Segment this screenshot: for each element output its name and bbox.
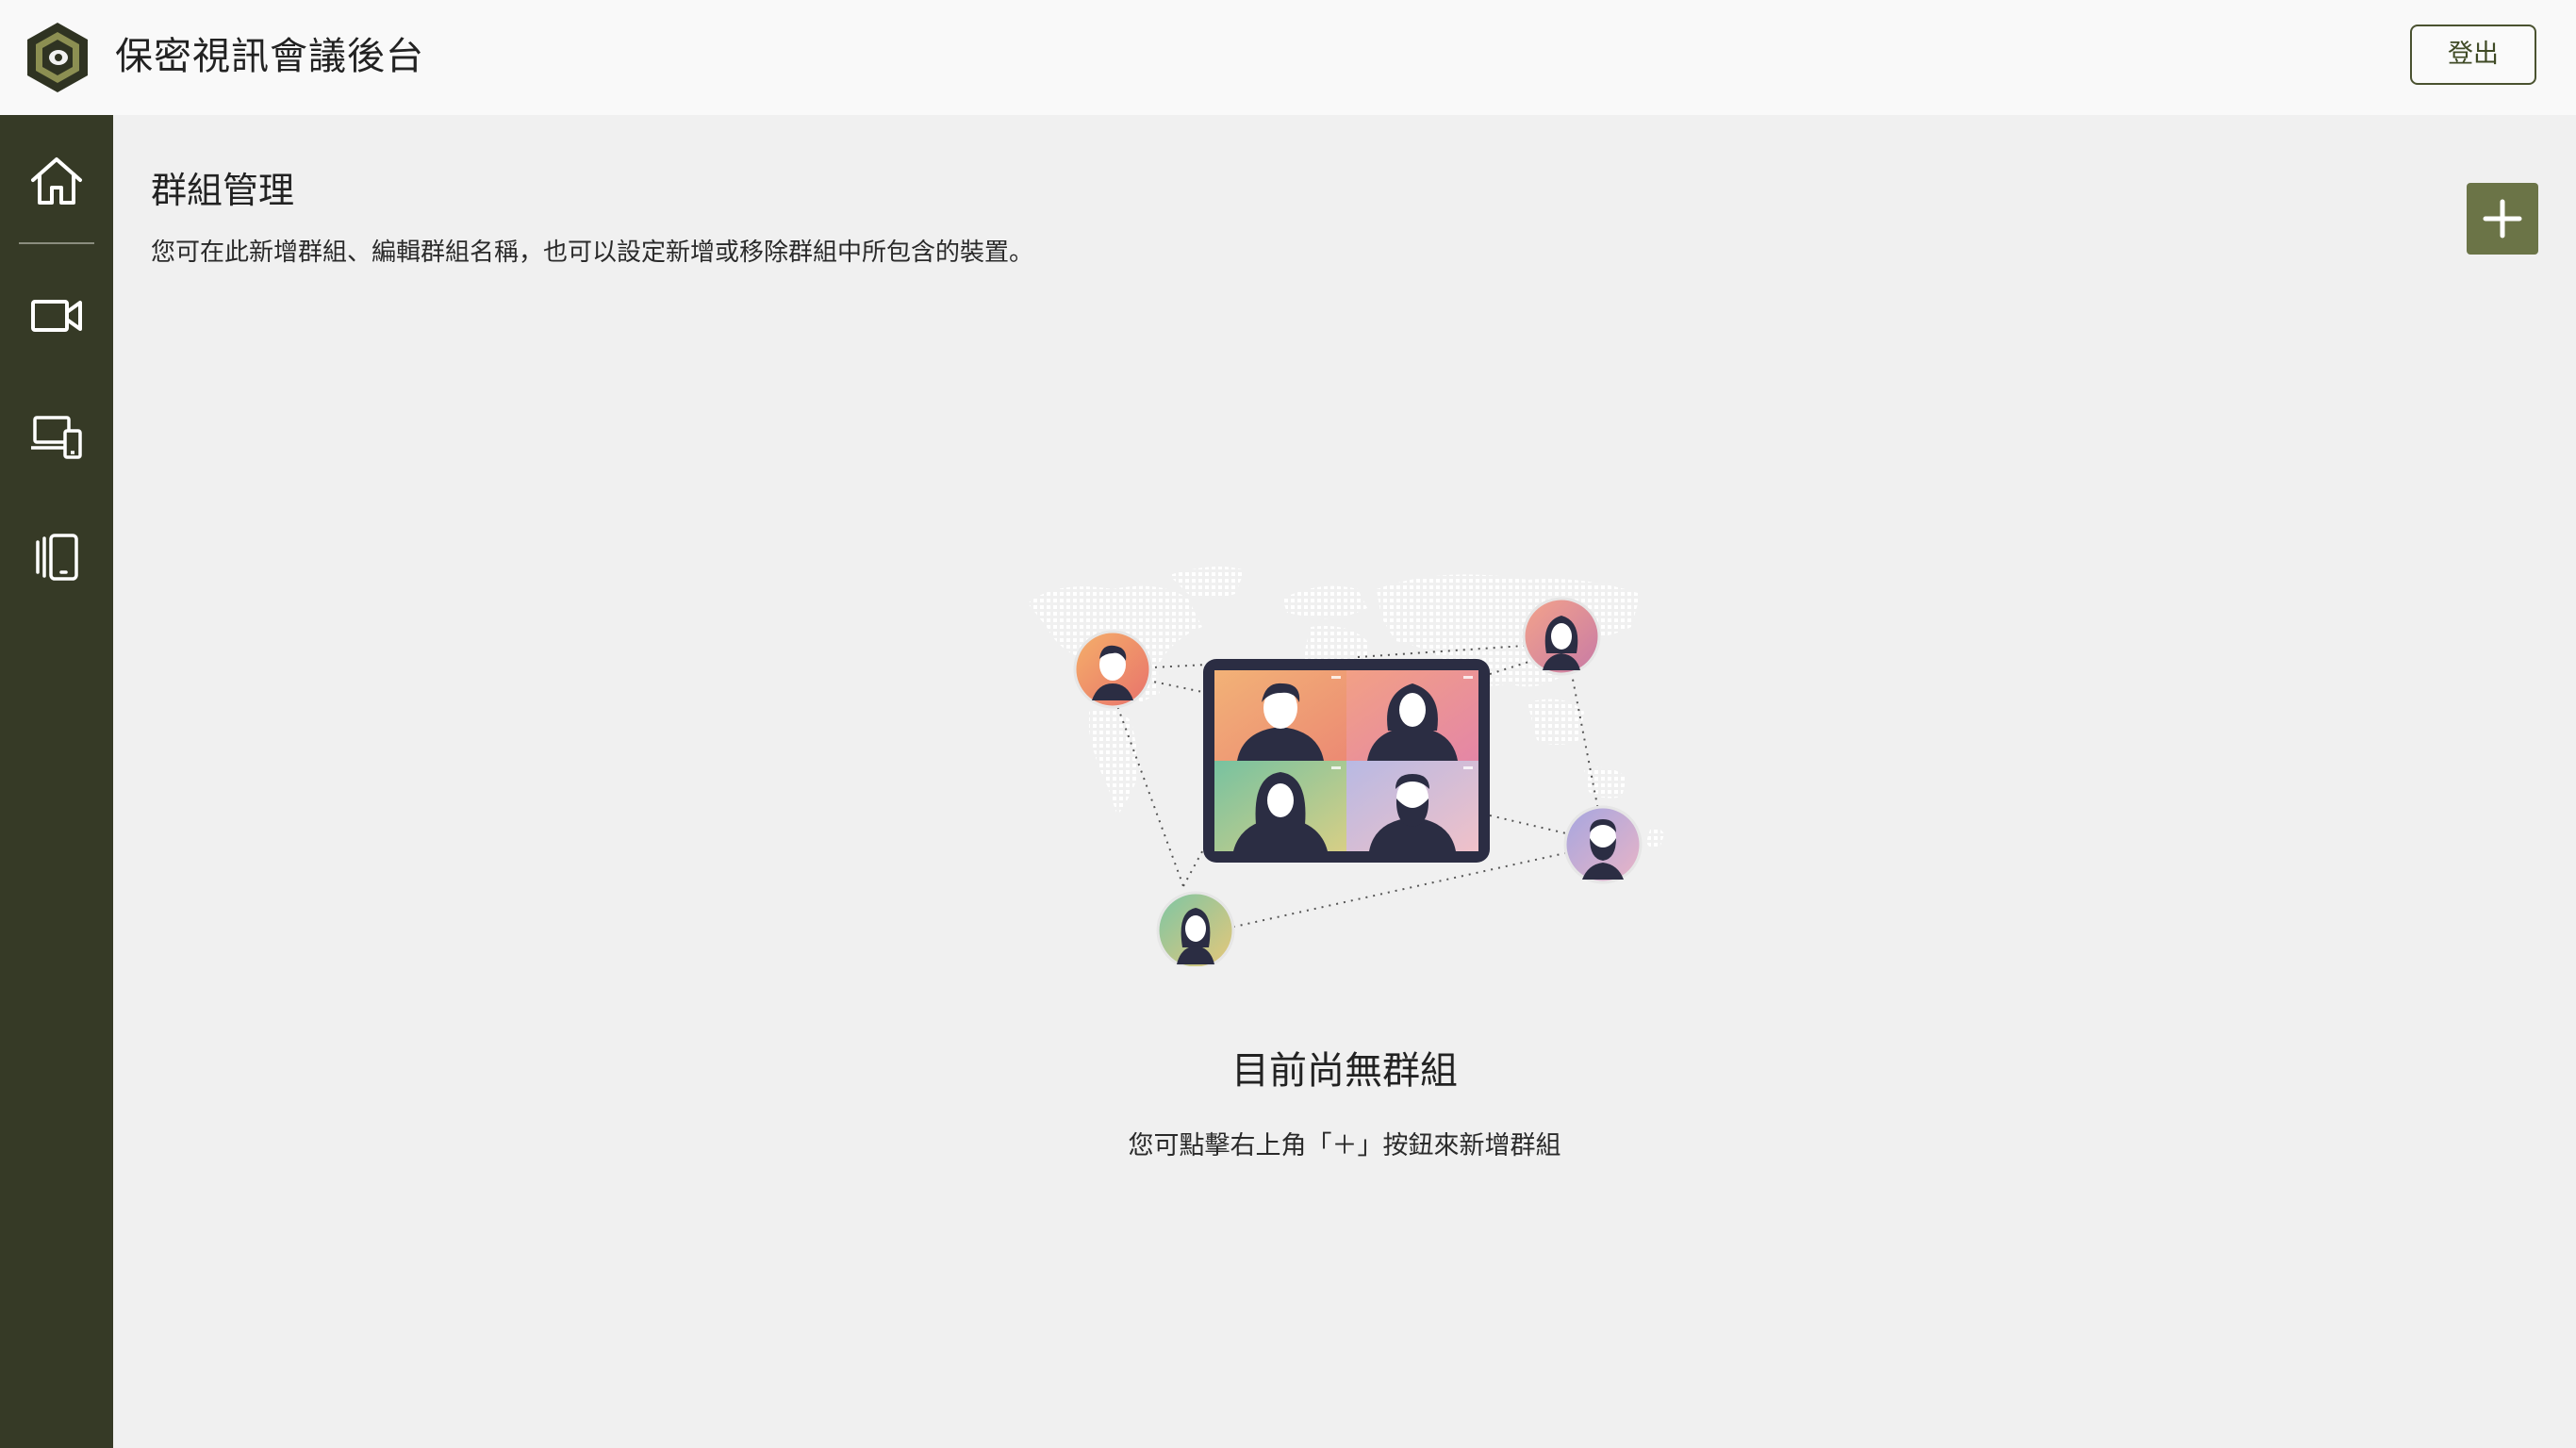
page-description: 您可在此新增群組、編輯群組名稱，也可以設定新增或移除群組中所包含的裝置。 bbox=[151, 239, 1034, 267]
add-group-button[interactable] bbox=[2467, 183, 2538, 255]
sidebar bbox=[0, 115, 113, 1448]
sidebar-item-groups[interactable] bbox=[0, 505, 113, 609]
devices-icon bbox=[31, 416, 82, 459]
sidebar-item-meetings[interactable] bbox=[0, 264, 113, 368]
video-camera-icon bbox=[31, 300, 82, 332]
sidebar-item-home[interactable] bbox=[0, 129, 113, 233]
plus-icon bbox=[2483, 199, 2522, 239]
sidebar-divider bbox=[19, 242, 94, 244]
empty-state-illustration bbox=[999, 551, 1697, 970]
page-title: 群組管理 bbox=[151, 170, 295, 211]
empty-state-title: 目前尚無群組 bbox=[1231, 1049, 1458, 1093]
logout-button[interactable]: 登出 bbox=[2410, 25, 2536, 85]
top-bar: 保密視訊會議後台 登出 bbox=[0, 0, 2576, 115]
home-icon bbox=[31, 157, 82, 205]
app-logo bbox=[25, 21, 91, 94]
empty-state-hint: 您可點擊右上角「＋」按鈕來新增群組 bbox=[1128, 1131, 1561, 1160]
app-title: 保密視訊會議後台 bbox=[115, 35, 424, 78]
sidebar-item-devices[interactable] bbox=[0, 385, 113, 488]
tablet-group-icon bbox=[36, 534, 78, 581]
